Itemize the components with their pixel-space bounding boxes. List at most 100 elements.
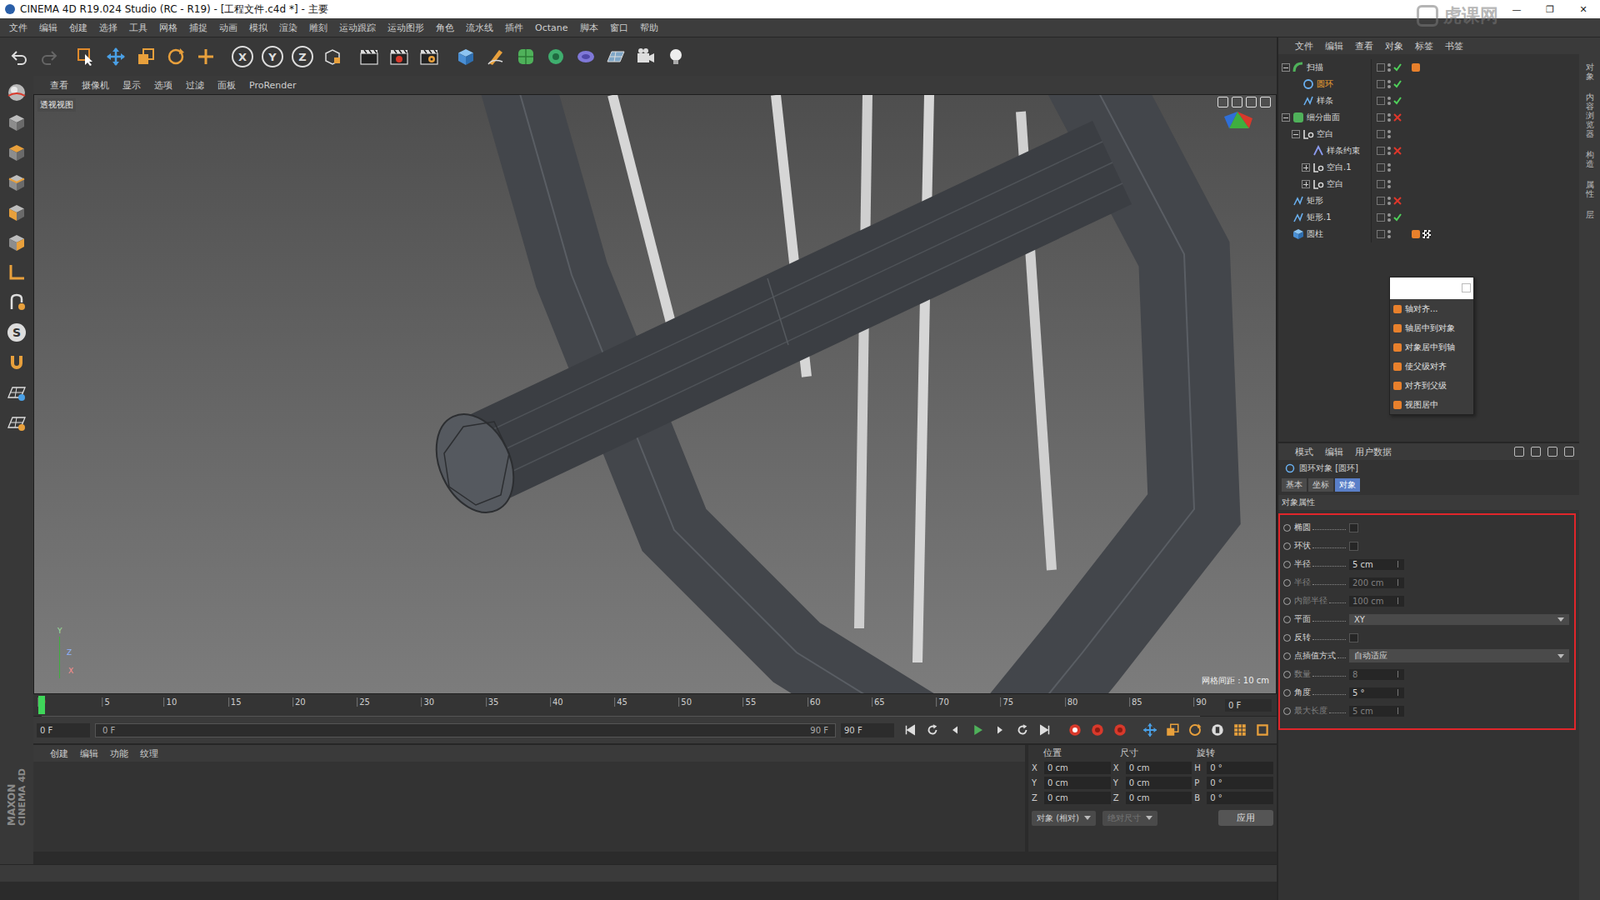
object-menu-item[interactable]: 查看 [1350, 40, 1379, 53]
viewport-menu-item[interactable]: 显示 [117, 79, 146, 92]
size-mode-dropdown[interactable]: 绝对尺寸 [1102, 810, 1158, 826]
checkbox[interactable] [1349, 633, 1359, 643]
context-menu-item[interactable]: 对象居中到轴 [1390, 337, 1474, 357]
viewport-menu-item[interactable]: 面板 [212, 79, 241, 92]
key-button[interactable] [1139, 719, 1161, 741]
toolbar-button[interactable] [601, 41, 630, 72]
record-button[interactable] [1086, 719, 1109, 741]
window-control[interactable]: ✕ [1566, 0, 1600, 19]
toolbar-button[interactable] [385, 41, 414, 72]
size-field[interactable]: 0 cm [1125, 761, 1193, 775]
transport-button[interactable] [1011, 719, 1034, 741]
number-field[interactable]: 200 cm [1349, 577, 1405, 589]
side-tab[interactable]: 属性 [1585, 180, 1595, 199]
material-menu-item[interactable]: 功能 [105, 747, 134, 760]
object-row[interactable]: 样条 [1278, 92, 1580, 110]
material-menu-item[interactable]: 创建 [45, 747, 74, 760]
maximize-icon[interactable] [1260, 96, 1271, 108]
side-tab[interactable]: 层 [1585, 210, 1595, 220]
object-row[interactable]: 细分曲面 [1278, 109, 1580, 126]
animate-key[interactable] [1283, 542, 1291, 550]
animate-key[interactable] [1283, 560, 1291, 569]
size-field[interactable]: 0 cm [1125, 791, 1193, 805]
toolbar-button[interactable] [571, 41, 600, 72]
menu-item[interactable]: 模拟 [243, 21, 274, 35]
enabled-check-icon[interactable] [1393, 63, 1402, 72]
playhead[interactable] [38, 695, 45, 715]
tool-button[interactable] [2, 79, 31, 106]
pan-icon[interactable] [1217, 96, 1229, 108]
rotation-field[interactable]: 0 ° [1206, 776, 1274, 790]
window-control[interactable]: ❐ [1533, 0, 1567, 19]
animate-key[interactable] [1283, 689, 1291, 697]
animate-key[interactable] [1283, 634, 1291, 642]
coord-mode-dropdown[interactable]: 对象 (相对) [1031, 810, 1096, 826]
menu-item[interactable]: 选择 [93, 21, 124, 35]
start-frame-field[interactable]: 0 F [36, 723, 90, 738]
enabled-check-icon[interactable] [1393, 80, 1402, 89]
disabled-cross-icon[interactable] [1393, 113, 1402, 122]
object-row[interactable]: 矩形 [1278, 192, 1580, 210]
attribute-tab[interactable]: 基本 [1281, 478, 1307, 492]
side-tab[interactable]: 内容浏览器 [1585, 92, 1595, 139]
disabled-cross-icon[interactable] [1393, 196, 1402, 205]
enabled-check-icon[interactable] [1393, 213, 1402, 222]
toolbar-button[interactable] [661, 41, 690, 72]
timeline-button[interactable] [1251, 719, 1274, 741]
tool-button[interactable] [2, 109, 31, 136]
toolbar-button[interactable] [541, 41, 570, 72]
context-menu-item[interactable]: 对齐到父级 [1390, 375, 1474, 395]
animate-key[interactable] [1283, 579, 1291, 587]
number-field[interactable]: 100 cm [1349, 595, 1405, 607]
animate-key[interactable] [1283, 652, 1291, 660]
apply-button[interactable]: 应用 [1218, 810, 1274, 826]
tool-button[interactable] [2, 409, 31, 436]
attribute-menu-item[interactable]: 模式 [1290, 445, 1319, 459]
lock-icon[interactable] [1564, 446, 1575, 457]
toolbar-button[interactable] [415, 41, 444, 72]
checkbox[interactable] [1349, 523, 1359, 533]
object-row[interactable]: 扫描 [1278, 59, 1580, 76]
menu-item[interactable]: 流水线 [460, 21, 500, 35]
back-icon[interactable] [1514, 446, 1525, 457]
object-row[interactable]: 圆环 [1278, 75, 1580, 93]
menu-item[interactable]: 网格 [153, 21, 184, 35]
object-row[interactable]: 圆柱 [1278, 225, 1580, 243]
zoom-icon[interactable] [1231, 96, 1243, 108]
material-menu-item[interactable]: 纹理 [135, 747, 164, 760]
toolbar-button[interactable] [318, 41, 347, 72]
expand-toggle[interactable] [1291, 130, 1300, 139]
animate-key[interactable] [1283, 707, 1291, 715]
key-button[interactable] [1161, 719, 1184, 741]
toolbar-button[interactable] [35, 41, 64, 72]
window-control[interactable]: — [1500, 0, 1534, 19]
expand-toggle[interactable] [1301, 180, 1310, 189]
timeline-ruler[interactable]: 051015202530354045505560657075808590 0 F [33, 694, 1277, 717]
context-menu-item[interactable]: 轴居中到对象 [1390, 318, 1474, 338]
end-frame-field[interactable]: 90 F [840, 723, 895, 738]
menu-item[interactable]: 运动图形 [381, 21, 430, 35]
number-field[interactable]: 5 ° [1349, 687, 1405, 699]
side-tab[interactable]: 对象 [1585, 62, 1595, 81]
toolbar-button[interactable] [101, 41, 130, 72]
menu-item[interactable]: Octane [529, 22, 575, 34]
toolbar-button[interactable] [191, 41, 220, 72]
menu-item[interactable]: 运动跟踪 [333, 21, 382, 35]
animate-key[interactable] [1283, 597, 1291, 605]
expand-toggle[interactable] [1281, 63, 1290, 72]
dropdown[interactable]: XY [1349, 614, 1570, 625]
position-field[interactable]: 0 cm [1044, 791, 1111, 805]
toolbar-button[interactable] [71, 41, 100, 72]
animate-key[interactable] [1283, 670, 1291, 679]
axis-lock-button[interactable]: X [228, 41, 257, 72]
attribute-tab[interactable]: 对象 [1335, 478, 1360, 492]
object-row[interactable]: 空白 [1278, 125, 1580, 143]
position-field[interactable]: 0 cm [1044, 776, 1111, 790]
tool-button[interactable] [2, 289, 31, 316]
material-menu-item[interactable]: 编辑 [75, 747, 104, 760]
rotation-field[interactable]: 0 ° [1206, 791, 1274, 805]
toolbar-button[interactable] [131, 41, 160, 72]
dropdown[interactable]: 自动适应 [1349, 649, 1570, 663]
menu-item[interactable]: 窗口 [604, 21, 635, 35]
transport-button[interactable] [921, 719, 944, 741]
